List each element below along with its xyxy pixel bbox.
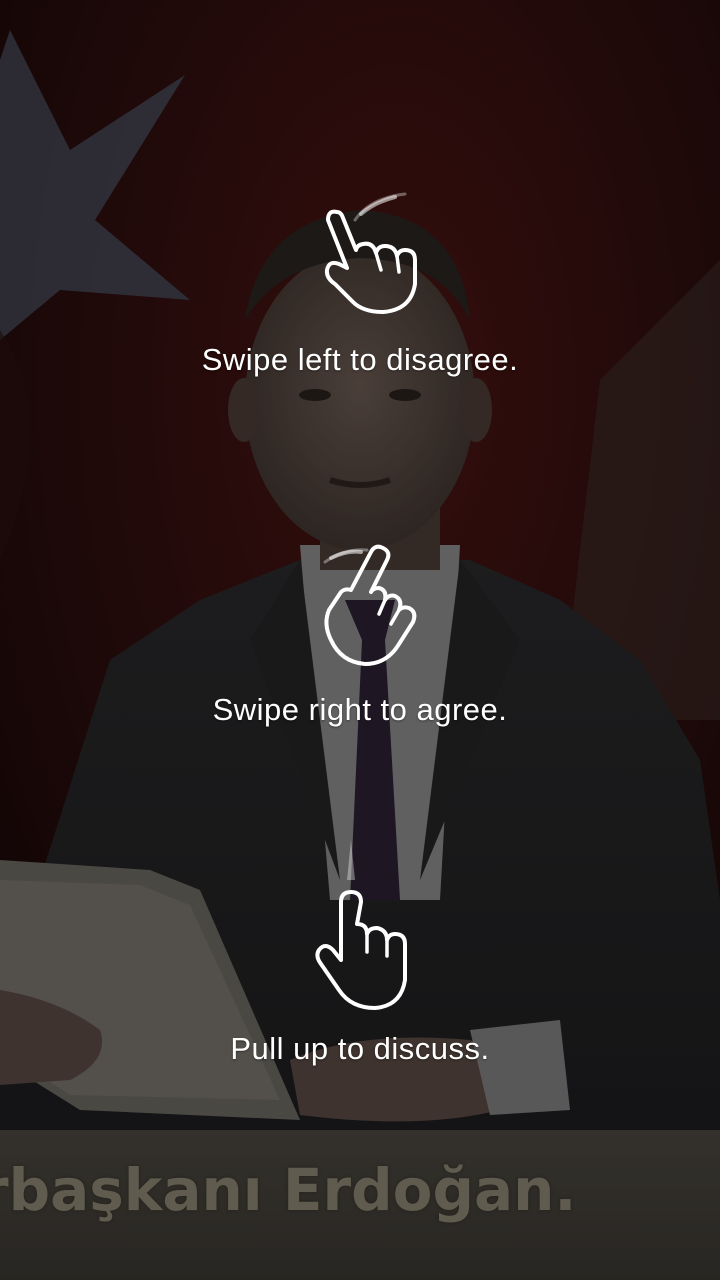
swipe-right-hint: Swipe right to agree. xyxy=(0,540,720,730)
swipe-right-label: Swipe right to agree. xyxy=(212,692,508,727)
swipe-left-label: Swipe left to disagree. xyxy=(201,342,519,377)
swipe-left-hand-icon xyxy=(324,192,417,314)
pull-up-label: Pull up to discuss. xyxy=(230,1031,490,1066)
swipe-right-hand-icon xyxy=(323,544,417,666)
pull-up-hand-icon xyxy=(315,840,407,1010)
video-subtitle: rbaşkanı Erdoğan. xyxy=(0,1156,577,1224)
swipe-left-hint: Swipe left to disagree. xyxy=(0,190,720,380)
pull-up-hint: Pull up to discuss. xyxy=(0,840,720,1069)
